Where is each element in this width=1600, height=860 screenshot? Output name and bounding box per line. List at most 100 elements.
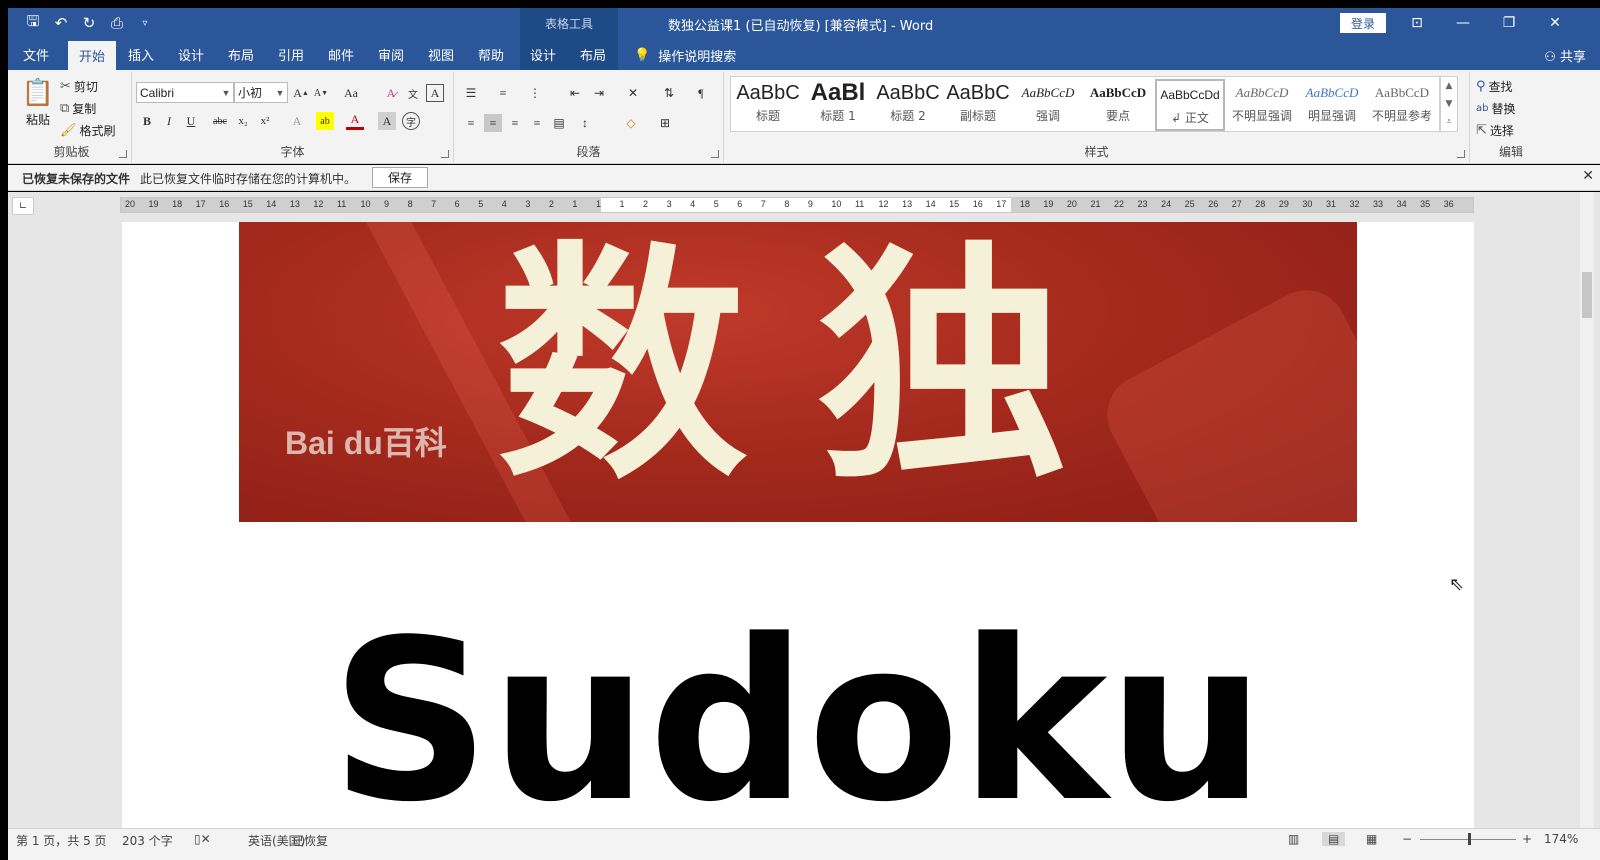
style-subtle-reference[interactable]: AaBbCcD 不明显参考	[1367, 79, 1437, 131]
tab-mailings[interactable]: 邮件	[320, 38, 362, 70]
page-count[interactable]: 第 1 页，共 5 页	[16, 832, 107, 849]
font-launcher-icon[interactable]	[441, 150, 449, 158]
print-preview-icon[interactable]: ⎙	[106, 12, 128, 34]
tell-me-search[interactable]: 💡 操作说明搜索	[634, 46, 736, 65]
tab-table-layout[interactable]: 布局	[572, 38, 614, 70]
character-border-icon[interactable]: A	[426, 84, 444, 102]
style-title[interactable]: AaBbC 标题	[733, 79, 803, 131]
ribbon-display-options-icon[interactable]: ⊡	[1394, 8, 1440, 38]
undo-icon[interactable]: ↶	[50, 12, 72, 34]
tab-design[interactable]: 设计	[170, 38, 212, 70]
style-subtitle[interactable]: AaBbC 副标题	[943, 79, 1013, 131]
style-normal[interactable]: AaBbCcDd ↲ 正文	[1155, 79, 1225, 131]
tab-view[interactable]: 视图	[420, 38, 462, 70]
justify-icon[interactable]: ≡	[528, 114, 546, 132]
proofing-icon[interactable]: ▯✕	[194, 832, 211, 846]
sort-icon[interactable]: ⇅	[660, 84, 678, 102]
vertical-scrollbar[interactable]	[1580, 192, 1594, 828]
zoom-level[interactable]: 174%	[1544, 832, 1578, 846]
chinese-layout-icon[interactable]: ✕	[624, 84, 642, 102]
subscript-icon[interactable]: x₂	[234, 112, 252, 130]
replace-button[interactable]: ab 替换	[1476, 100, 1516, 117]
underline-icon[interactable]: U	[182, 112, 200, 130]
style-strong[interactable]: AaBbCcD 要点	[1083, 79, 1153, 131]
styles-launcher-icon[interactable]	[1457, 150, 1465, 158]
close-icon[interactable]: ✕	[1582, 168, 1594, 184]
styles-scroll[interactable]: ▲ ▼ ⩡	[1440, 76, 1458, 132]
find-button[interactable]: ⚲ 查找	[1476, 78, 1513, 95]
phonetic-guide-icon[interactable]: 文	[404, 84, 422, 102]
tab-help[interactable]: 帮助	[470, 38, 512, 70]
font-name-select[interactable]: Calibri ▼	[136, 82, 234, 103]
scrollbar-thumb[interactable]	[1582, 272, 1592, 318]
multilevel-list-icon[interactable]: ⋮	[526, 84, 544, 102]
scroll-down-icon[interactable]: ▼	[1446, 99, 1453, 109]
line-spacing-icon[interactable]: ↕	[576, 114, 594, 132]
select-button[interactable]: ⇱ 选择	[1476, 122, 1514, 139]
zoom-in-icon[interactable]: +	[1522, 832, 1532, 846]
save-icon[interactable]: 🖫	[22, 12, 44, 34]
bold-icon[interactable]: B	[138, 112, 156, 130]
shading-icon[interactable]: ◇	[622, 114, 640, 132]
tab-selector[interactable]: ∟	[12, 197, 34, 215]
tab-layout[interactable]: 布局	[220, 38, 262, 70]
font-color-icon[interactable]: A	[346, 112, 364, 130]
change-case-button[interactable]: Aa	[338, 84, 364, 102]
tab-references[interactable]: 引用	[270, 38, 312, 70]
paste-button[interactable]: 📋 粘贴	[20, 78, 56, 128]
cut-button[interactable]: ✂ 剪切	[60, 78, 98, 95]
zoom-out-icon[interactable]: −	[1402, 832, 1412, 846]
decrease-indent-icon[interactable]: ⇤	[566, 84, 584, 102]
clipboard-launcher-icon[interactable]	[119, 150, 127, 158]
enclose-characters-icon[interactable]: 字	[402, 112, 420, 130]
sudoku-heading[interactable]: Sudoku	[122, 607, 1474, 828]
increase-indent-icon[interactable]: ⇥	[590, 84, 608, 102]
copy-button[interactable]: ⧉ 复制	[60, 100, 96, 117]
close-icon[interactable]: ✕	[1532, 8, 1578, 38]
redo-icon[interactable]: ↻	[78, 12, 100, 34]
print-layout-icon[interactable]: ▤	[1322, 832, 1346, 846]
word-count[interactable]: 203 个字	[122, 832, 173, 849]
italic-icon[interactable]: I	[160, 112, 178, 130]
text-effects-icon[interactable]: A	[288, 112, 306, 130]
bullets-icon[interactable]: ☰	[462, 84, 480, 102]
info-save-button[interactable]: 保存	[372, 167, 428, 188]
read-mode-icon[interactable]: ▥	[1288, 832, 1299, 846]
login-button[interactable]: 登录	[1340, 13, 1386, 33]
style-subtle-emphasis[interactable]: AaBbCcD 不明显强调	[1227, 79, 1297, 131]
highlight-icon[interactable]: ab	[316, 112, 334, 130]
zoom-slider-thumb[interactable]	[1468, 833, 1471, 845]
tab-table-design[interactable]: 设计	[522, 38, 564, 70]
character-shading-icon[interactable]: A	[378, 112, 396, 130]
font-size-select[interactable]: 小初 ▼	[234, 82, 288, 103]
show-marks-icon[interactable]: ¶	[692, 84, 710, 102]
style-emphasis[interactable]: AaBbCcD 强调	[1013, 79, 1083, 131]
tab-review[interactable]: 审阅	[370, 38, 412, 70]
align-right-icon[interactable]: ≡	[506, 114, 524, 132]
clear-formatting-icon[interactable]: A̷	[382, 84, 400, 102]
web-layout-icon[interactable]: ▦	[1366, 832, 1377, 846]
scroll-up-icon[interactable]: ▲	[1446, 81, 1453, 91]
restore-icon[interactable]: ❐	[1486, 8, 1532, 38]
superscript-icon[interactable]: x²	[256, 112, 274, 130]
grow-font-icon[interactable]: A ▲	[292, 84, 310, 102]
shrink-font-icon[interactable]: A ▼	[312, 84, 330, 102]
tab-home[interactable]: 开始	[68, 41, 116, 70]
minimize-icon[interactable]: —	[1440, 8, 1486, 38]
align-center-icon[interactable]: ≡	[484, 114, 502, 132]
tab-insert[interactable]: 插入	[120, 38, 162, 70]
style-heading-2[interactable]: AaBbC 标题 2	[873, 79, 943, 131]
numbering-icon[interactable]: ≡	[494, 84, 512, 102]
align-left-icon[interactable]: ≡	[462, 114, 480, 132]
paragraph-launcher-icon[interactable]	[711, 150, 719, 158]
style-heading-1[interactable]: AaBl 标题 1	[803, 79, 873, 131]
borders-icon[interactable]: ⊞	[656, 114, 674, 132]
strikethrough-icon[interactable]: abc	[208, 112, 232, 130]
share-button[interactable]: ⚇ 共享	[1544, 46, 1586, 65]
distributed-icon[interactable]: ▤	[550, 114, 568, 132]
document-page[interactable]: 数独 Bai du百科 Sudoku	[122, 222, 1474, 828]
horizontal-ruler[interactable]: 20 19 18 17 16 15 14 13 12 11 10 9 8 7 6 5 4 3 2 1 1 1 2 3 4 5 6 7 8…	[120, 197, 1474, 213]
tab-file[interactable]: 文件	[16, 38, 56, 70]
style-intense-emphasis[interactable]: AaBbCcD 明显强调	[1297, 79, 1367, 131]
format-painter-button[interactable]: 🖌 格式刷	[60, 122, 116, 139]
